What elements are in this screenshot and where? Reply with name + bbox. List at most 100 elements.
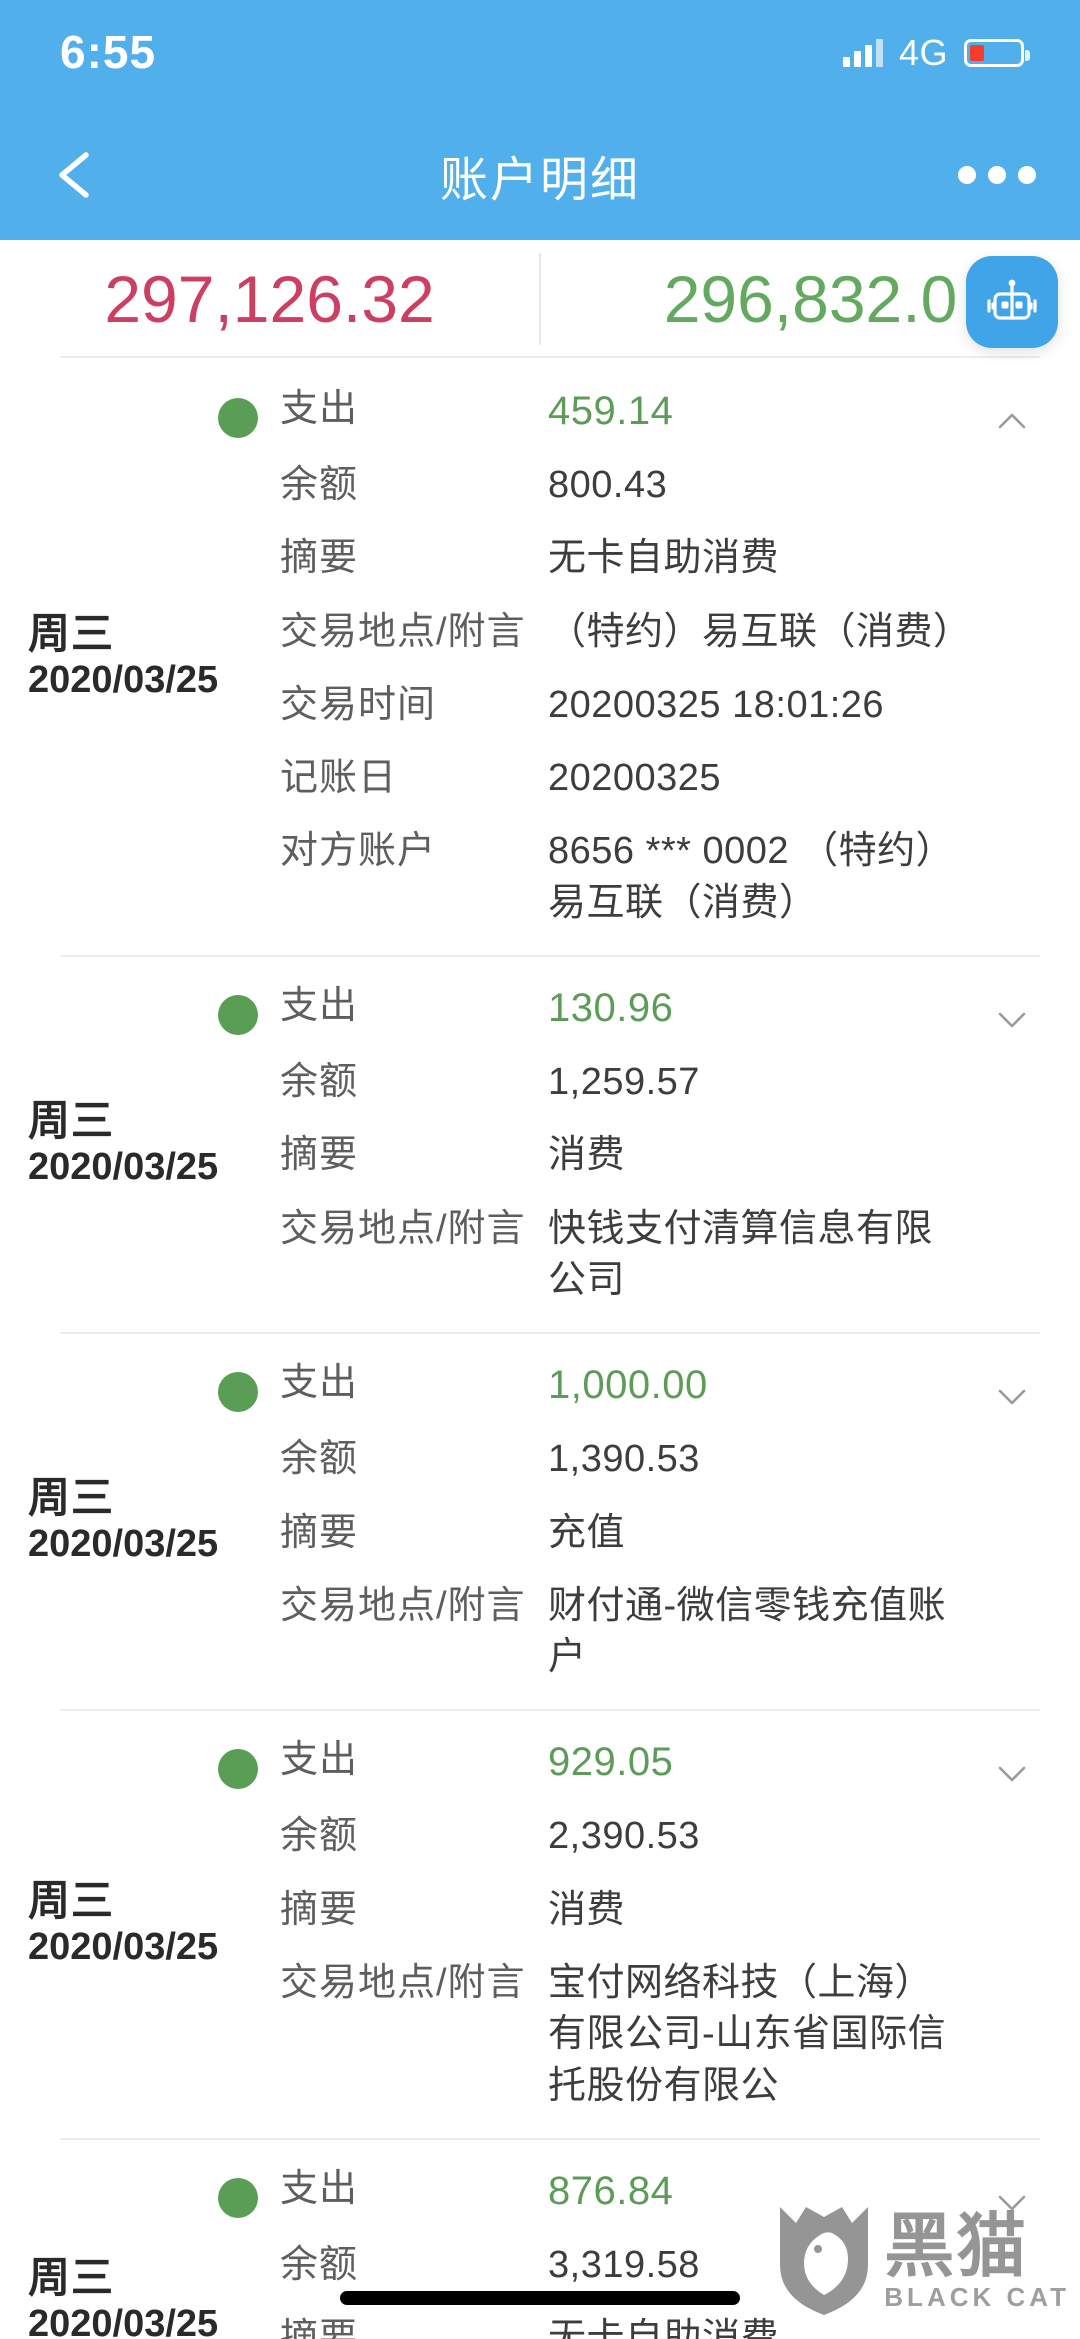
chevron-down-icon (998, 1767, 1026, 1782)
expand-toggle-button[interactable] (990, 1751, 1034, 1795)
field-amount-value: 459.14 (548, 389, 674, 433)
transaction-field: 支出 130.96 (280, 981, 960, 1035)
page-title: 账户明细 (439, 154, 640, 207)
nav-bar: 账户明细 (0, 110, 1080, 240)
watermark: 黑猫 BLACK CAT (774, 2199, 1070, 2317)
transaction-list: 周三 2020/03/25 支出 459.14 余额 800.43 摘要 无卡自助消费 交易地点… (0, 358, 1080, 2339)
transaction-weekday: 周三 (28, 1473, 115, 1521)
field-label: 摘要 (280, 1888, 359, 1931)
field-label: 余额 (280, 1438, 359, 1481)
field-label: 摘要 (280, 537, 359, 580)
expand-toggle-button[interactable] (990, 997, 1034, 1041)
field-label: 余额 (280, 2243, 359, 2286)
field-label: 交易地点/附言 (280, 1962, 526, 2005)
transaction-datestring: 2020/03/25 (28, 1146, 219, 1189)
transaction-field: 支出 459.14 (280, 384, 960, 438)
transaction-row[interactable]: 周三 2020/03/25 支出 459.14 余额 800.43 摘要 无卡自助消费 交易地点… (0, 358, 1080, 955)
field-value: 2,390.53 (548, 1815, 700, 1858)
field-value: 宝付网络科技（上海）有限公司-山东省国际信托股份有限公 (548, 1962, 947, 2107)
transaction-fields: 支出 1,000.00 余额 1,390.53 摘要 充值 交易地点/附言 财付通-微信零钱充… (280, 1358, 1080, 1683)
transaction-row[interactable]: 周三 2020/03/25 支出 130.96 余额 1,259.57 摘要 消费 交易地点/附… (0, 955, 1080, 1332)
field-label: 摘要 (280, 2317, 359, 2339)
transaction-field: 摘要 无卡自助消费 (280, 533, 960, 584)
field-label: 支出 (280, 2167, 359, 2210)
transaction-field: 支出 929.05 (280, 1735, 960, 1789)
transaction-weekday: 周三 (28, 1876, 115, 1924)
field-label: 对方账户 (280, 830, 437, 873)
field-value: 无卡自助消费 (548, 2317, 780, 2339)
transaction-date: 周三 2020/03/25 (0, 2164, 218, 2339)
transaction-datestring: 2020/03/25 (28, 658, 219, 701)
field-label: 交易时间 (280, 683, 437, 726)
transaction-datestring: 2020/03/25 (28, 1523, 219, 1566)
transaction-datestring: 2020/03/25 (28, 2303, 219, 2339)
summary-expense-amount: 297,126.32 (104, 262, 435, 336)
transaction-field: 交易地点/附言 （特约）易互联（消费） (280, 607, 972, 658)
transaction-field: 摘要 充值 (280, 1508, 960, 1559)
collapse-toggle-button[interactable] (990, 400, 1034, 444)
chevron-up-icon (998, 413, 1026, 429)
summary-income-amount: 296,832.0 (663, 262, 958, 336)
field-label: 支出 (280, 388, 359, 430)
transaction-weekday: 周三 (28, 609, 115, 657)
field-amount-value: 929.05 (548, 1740, 674, 1785)
field-label: 余额 (280, 1815, 359, 1858)
summary-expense-cell: 297,126.32 (0, 240, 539, 358)
field-amount-value: 1,000.00 (548, 1363, 708, 1408)
field-label: 摘要 (280, 1511, 359, 1554)
transaction-fields: 支出 130.96 余额 1,259.57 摘要 消费 交易地点/附言 快钱支付清算信息有限公… (280, 981, 1080, 1306)
transaction-field: 摘要 无卡自助消费 (280, 2313, 960, 2339)
field-value: 财付通-微信零钱充值账户 (548, 1584, 947, 1679)
transaction-date: 周三 2020/03/25 (0, 1735, 218, 2111)
status-dot-icon (218, 1372, 258, 1413)
cat-shield-icon (780, 2207, 869, 2315)
transaction-field: 余额 1,259.57 (280, 1057, 960, 1108)
transaction-date: 周三 2020/03/25 (0, 981, 218, 1306)
field-value: 消费 (548, 1134, 626, 1177)
chevron-down-icon (998, 1012, 1026, 1028)
transaction-date: 周三 2020/03/25 (0, 1358, 218, 1683)
field-label: 支出 (280, 1739, 359, 1782)
transaction-field: 交易地点/附言 宝付网络科技（上海）有限公司-山东省国际信托股份有限公 (280, 1958, 960, 2112)
transaction-row[interactable]: 周三 2020/03/25 支出 1,000.00 余额 1,390.53 摘要 充值 交易地点… (0, 1332, 1080, 1709)
field-label: 交易地点/附言 (280, 1207, 526, 1250)
assistant-fab-button[interactable] (966, 256, 1058, 348)
more-options-button[interactable] (958, 166, 1036, 184)
transaction-row[interactable]: 周三 2020/03/25 支出 929.05 余额 2,390.53 摘要 消费 交易地点/附… (0, 1709, 1080, 2137)
status-dot-icon (218, 2177, 258, 2218)
transaction-field: 支出 1,000.00 (280, 1358, 960, 1412)
transaction-weekday: 周三 (28, 1096, 115, 1144)
transaction-status-dot-wrap (218, 1735, 280, 2111)
field-value: （特约）易互联（消费） (548, 610, 972, 653)
transaction-field: 余额 2,390.53 (280, 1811, 960, 1862)
field-value: 消费 (548, 1888, 626, 1931)
more-horizontal-icon (958, 166, 976, 184)
status-dot-icon (218, 995, 258, 1036)
chevron-down-icon (998, 1389, 1026, 1405)
transaction-status-dot-wrap (218, 1358, 280, 1683)
status-dot-icon (218, 1749, 258, 1790)
field-label: 记账日 (280, 757, 398, 800)
field-value: 快钱支付清算信息有限公司 (548, 1207, 934, 1301)
field-value: 无卡自助消费 (548, 537, 780, 580)
field-value: 20200325 (548, 757, 722, 800)
signal-bars-icon (842, 39, 883, 67)
transaction-field: 交易时间 20200325 18:01:26 (280, 680, 960, 731)
transaction-status-dot-wrap (218, 384, 280, 929)
field-label: 余额 (280, 464, 359, 506)
transaction-datestring: 2020/03/25 (28, 1926, 219, 1969)
phone-screen: 6:55 4G 账户明细 297,126.32 296,832.0 周三 202… (0, 0, 1080, 2339)
network-type-label: 4G (898, 32, 948, 73)
home-indicator[interactable] (340, 2291, 740, 2305)
field-label: 支出 (280, 985, 359, 1028)
expand-toggle-button[interactable] (990, 1374, 1034, 1418)
transaction-weekday: 周三 (28, 2253, 115, 2301)
watermark-en-label: BLACK CAT (884, 2282, 1070, 2312)
status-clock: 6:55 (60, 26, 157, 78)
status-indicators: 4G (842, 32, 1030, 78)
robot-icon (987, 279, 1037, 320)
field-label: 交易地点/附言 (280, 1584, 526, 1627)
battery-low-icon (964, 39, 1030, 67)
watermark-cn-label: 黑猫 (884, 2204, 1029, 2287)
transaction-fields: 支出 459.14 余额 800.43 摘要 无卡自助消费 交易地点/附言 （特约）易互联（消… (280, 384, 1080, 929)
